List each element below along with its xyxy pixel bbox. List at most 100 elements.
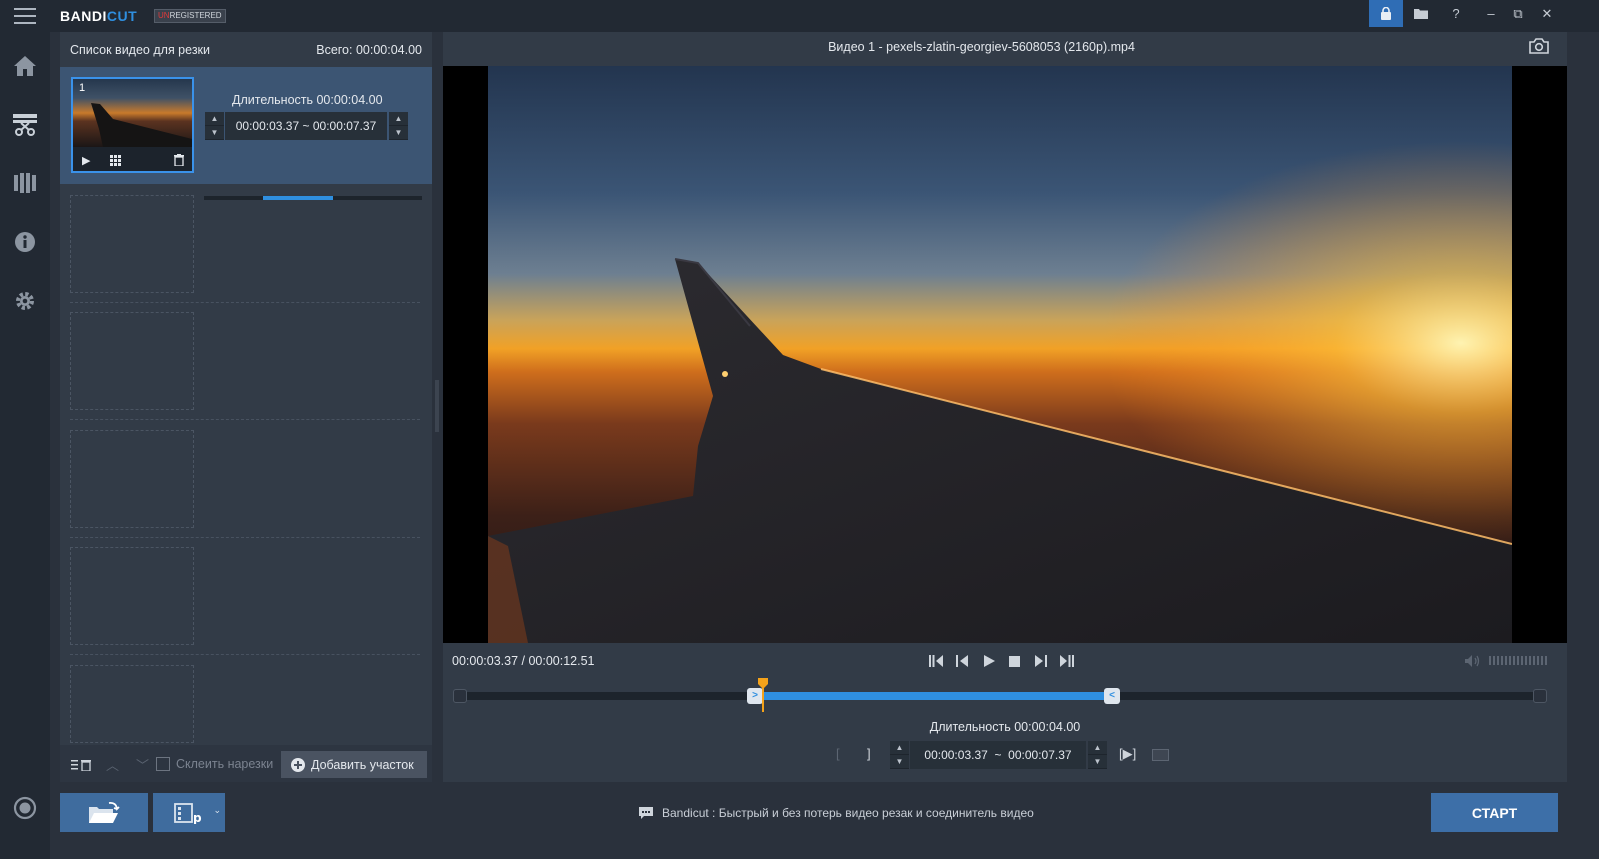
move-down-icon[interactable]: ﹀ xyxy=(136,755,149,774)
add-segment-label: Добавить участок xyxy=(311,757,414,772)
play-button[interactable] xyxy=(978,650,1000,672)
set-end-bracket[interactable]: ] xyxy=(867,746,871,761)
chevron-up-icon[interactable]: ▲ xyxy=(890,741,909,755)
stop-button[interactable] xyxy=(1003,650,1025,672)
chevron-down-icon[interactable]: ▼ xyxy=(890,755,909,769)
play-segment-button[interactable]: [▶] xyxy=(1119,746,1136,762)
segment-time-field[interactable]: 00:00:03.37 ~ 00:00:07.37 xyxy=(910,741,1086,769)
list-header: Список видео для резки Всего: 00:00:04.0… xyxy=(60,32,432,66)
trash-icon[interactable] xyxy=(174,154,184,166)
folder-button[interactable] xyxy=(1404,0,1438,27)
slot-divider xyxy=(70,302,420,303)
start-stepper[interactable]: ▲ ▼ xyxy=(890,741,909,769)
chevron-up-icon[interactable]: ▲ xyxy=(389,112,408,126)
merge-checkbox[interactable] xyxy=(156,757,170,771)
hamburger-menu-icon[interactable] xyxy=(14,8,36,24)
empty-slot xyxy=(70,547,194,645)
chevron-down-icon[interactable]: ⌄ xyxy=(213,805,221,816)
set-start-bracket[interactable]: [ xyxy=(836,746,840,761)
skip-start-icon xyxy=(929,655,943,667)
segment-time-range: ▲ ▼ 00:00:03.37 ~ 00:00:07.37 ▲ ▼ xyxy=(890,741,1107,769)
segment-end[interactable]: 00:00:07.37 xyxy=(1008,748,1071,762)
empty-slot xyxy=(70,430,194,528)
timeline-selected-range[interactable] xyxy=(753,692,1106,700)
title-bar: BANDICUT UNREGISTERED ? – ⧉ ✕ xyxy=(0,0,1599,32)
time-readout: 00:00:03.37 / 00:00:12.51 xyxy=(452,654,595,668)
item-time-range: ▲ ▼ 00:00:03.37 ~ 00:00:07.37 ▲ ▼ xyxy=(205,112,408,140)
next-frame-button[interactable] xyxy=(1030,650,1052,672)
range-end-handle[interactable]: < xyxy=(1104,688,1120,704)
start-stepper[interactable]: ▲ ▼ xyxy=(205,112,224,140)
logo-main: BANDI xyxy=(60,8,107,24)
play-icon xyxy=(983,655,995,667)
empty-slot xyxy=(70,195,194,293)
segment-start[interactable]: 00:00:03.37 xyxy=(924,748,987,762)
item-sep: ~ xyxy=(302,119,310,133)
item-duration: Длительность 00:00:04.00 xyxy=(232,93,383,107)
player-panel: Видео 1 - pexels-zlatin-georgiev-5608053… xyxy=(443,32,1567,782)
folder-icon xyxy=(1414,9,1428,19)
badge-rest: REGISTERED xyxy=(169,11,222,20)
play-icon[interactable]: ▶ xyxy=(82,154,90,167)
stop-icon xyxy=(1008,655,1020,667)
skip-end-button[interactable] xyxy=(1056,650,1078,672)
time-separator: / xyxy=(518,654,529,668)
nav-home[interactable] xyxy=(0,46,50,86)
skip-start-button[interactable] xyxy=(925,650,947,672)
nav-info[interactable] xyxy=(0,222,50,262)
empty-slot xyxy=(70,665,194,743)
chevron-down-icon[interactable]: ▼ xyxy=(205,126,224,140)
list-footer: ︿ ﹀ Склеить нарезки Добавить участок xyxy=(60,745,432,782)
help-button[interactable]: ? xyxy=(1439,0,1473,27)
open-file-button[interactable] xyxy=(60,793,148,832)
segment-stop-icon[interactable] xyxy=(1152,749,1169,761)
timeline[interactable]: > < xyxy=(453,678,1553,712)
info-icon xyxy=(15,232,35,252)
item-end[interactable]: 00:00:07.37 xyxy=(313,119,376,133)
start-button[interactable]: СТАРТ xyxy=(1431,793,1558,832)
prev-frame-button[interactable] xyxy=(951,650,973,672)
chevron-up-icon[interactable]: ▲ xyxy=(205,112,224,126)
playhead[interactable] xyxy=(758,678,768,712)
slot-divider xyxy=(70,537,420,538)
record-icon xyxy=(13,796,37,820)
total-time: 00:00:12.51 xyxy=(528,654,595,668)
output-mode-button[interactable]: p ⌄ xyxy=(153,793,225,832)
slot-divider xyxy=(70,654,420,655)
nav-settings[interactable] xyxy=(0,281,50,321)
video-viewport[interactable] xyxy=(443,66,1567,643)
timeline-end-cap xyxy=(1533,689,1547,703)
item-start[interactable]: 00:00:03.37 xyxy=(236,119,299,133)
chevron-down-icon[interactable]: ▼ xyxy=(389,126,408,140)
camera-icon[interactable] xyxy=(1529,38,1549,54)
item-range-bar xyxy=(204,196,422,200)
add-segment-button[interactable]: Добавить участок xyxy=(281,751,427,778)
segment-duration: Длительность 00:00:04.00 xyxy=(929,720,1081,734)
nav-cut[interactable] xyxy=(0,105,50,145)
clear-list-icon[interactable] xyxy=(71,759,93,771)
panel-splitter[interactable] xyxy=(435,380,439,432)
nav-film[interactable] xyxy=(0,163,50,203)
move-up-icon[interactable]: ︿ xyxy=(106,755,119,774)
nav-record[interactable] xyxy=(0,788,50,828)
item-time-field[interactable]: 00:00:03.37 ~ 00:00:07.37 xyxy=(225,112,387,140)
video-scene xyxy=(488,66,1512,643)
volume-control[interactable] xyxy=(1465,654,1555,668)
chevron-down-icon[interactable]: ▼ xyxy=(1088,755,1107,769)
video-thumbnail[interactable]: 1 ▶ xyxy=(71,77,194,173)
status-line: Bandicut : Быстрый и без потерь видео ре… xyxy=(638,806,1034,820)
list-item[interactable]: 1 ▶ Длительность 00:00:04.00 ▲ ▼ 00:00:03… xyxy=(60,67,432,200)
end-stepper[interactable]: ▲ ▼ xyxy=(1088,741,1107,769)
grid-icon[interactable] xyxy=(110,155,121,166)
thumbnail-number: 1 xyxy=(79,82,86,94)
volume-slider[interactable] xyxy=(1489,656,1549,665)
end-stepper[interactable]: ▲ ▼ xyxy=(389,112,408,140)
chevron-up-icon[interactable]: ▲ xyxy=(1088,741,1107,755)
chat-icon xyxy=(639,807,653,819)
item-range-fill xyxy=(263,196,333,200)
film-icon xyxy=(14,173,36,193)
lock-button[interactable] xyxy=(1369,0,1403,27)
close-button[interactable]: ✕ xyxy=(1530,0,1564,27)
transport-controls xyxy=(925,650,1075,672)
gear-icon xyxy=(16,292,34,310)
